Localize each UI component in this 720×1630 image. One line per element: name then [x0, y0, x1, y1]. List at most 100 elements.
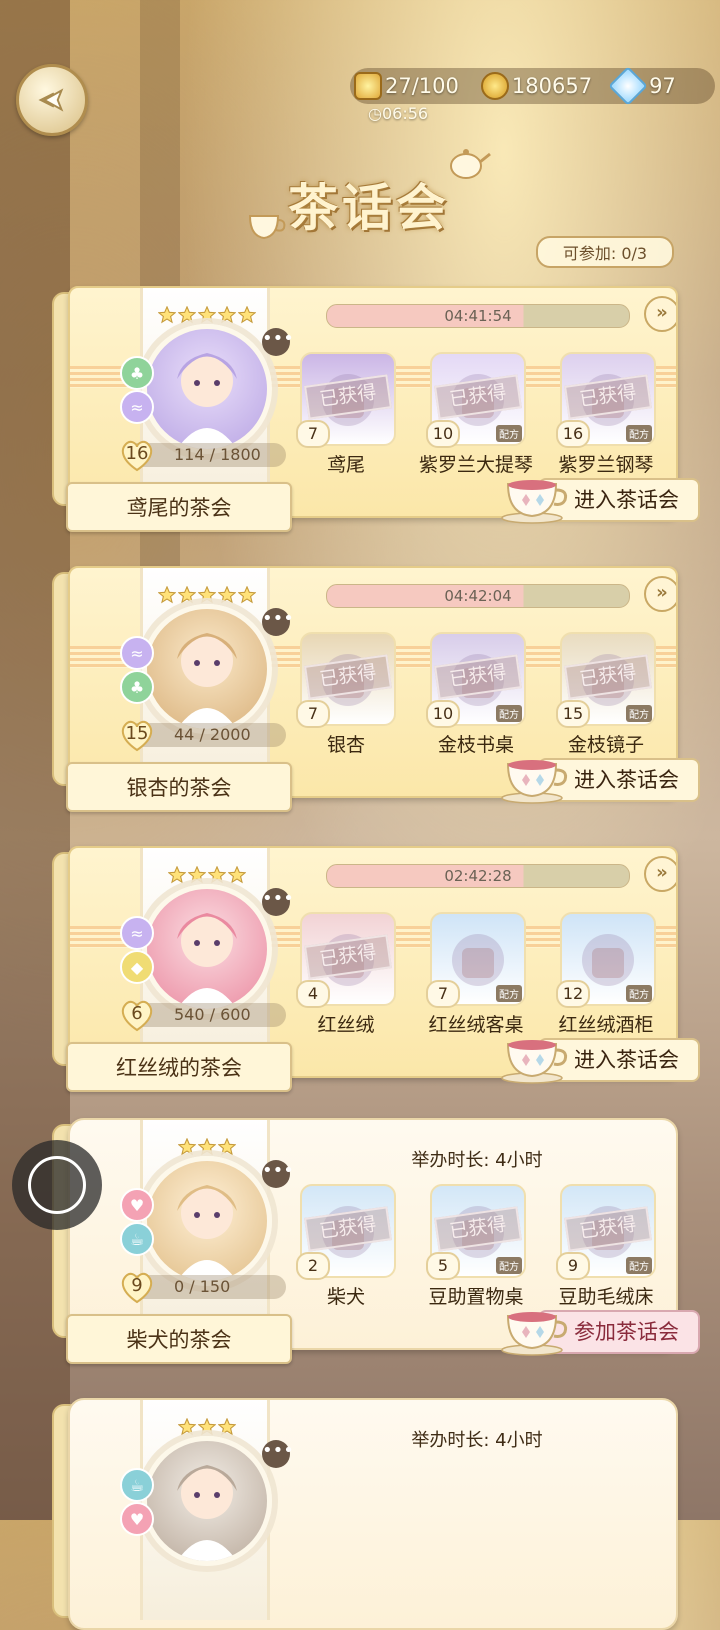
- more-options-button[interactable]: •••: [262, 1160, 294, 1188]
- button-label: 进入茶话会: [574, 488, 679, 512]
- star-icon: [178, 586, 196, 604]
- rarity-stars: [178, 1138, 236, 1156]
- star-icon: [168, 866, 186, 884]
- clock-icon: ◷: [368, 104, 382, 123]
- stamina-timer: ◷06:56: [368, 104, 428, 123]
- page-title: 茶话会: [288, 178, 450, 237]
- reward-item[interactable]: 配方 7 红丝绒客桌: [426, 912, 526, 1037]
- stamina-counter[interactable]: 27/100: [354, 72, 459, 100]
- reward-item[interactable]: 已获得 7 鸢尾: [296, 352, 396, 477]
- party-duration: 举办时长: 4小时: [411, 1150, 543, 1171]
- diamond-icon: [608, 66, 648, 106]
- reward-item[interactable]: 已获得 7 银杏: [296, 632, 396, 757]
- reward-item[interactable]: 已获得 4 红丝绒: [296, 912, 396, 1037]
- more-options-button[interactable]: •••: [262, 328, 294, 356]
- affinity-progress-text: 0 / 150: [174, 1277, 231, 1296]
- enter-party-button[interactable]: 进入茶话会: [498, 472, 700, 524]
- back-arrow-icon: [38, 88, 64, 112]
- star-icon: [208, 866, 226, 884]
- speed-up-button[interactable]: »: [644, 856, 676, 892]
- reward-item[interactable]: 已获得 配方 10 金枝书桌: [426, 632, 526, 757]
- teacup-icon: [501, 760, 568, 804]
- star-icon: [198, 1138, 216, 1156]
- more-options-button[interactable]: •••: [262, 608, 294, 636]
- recipe-tag: 配方: [626, 985, 652, 1002]
- stamina-value: 27/100: [385, 74, 459, 98]
- clover-icon: ♣: [120, 356, 154, 390]
- reward-level-requirement: 10: [426, 420, 460, 448]
- reward-item[interactable]: 已获得 配方 9 豆助毛绒床: [556, 1184, 656, 1309]
- reward-item-label: 红丝绒: [317, 1014, 375, 1036]
- speed-up-button[interactable]: »: [644, 576, 676, 612]
- party-countdown: 04:42:04: [326, 584, 630, 608]
- enter-party-button[interactable]: 进入茶话会: [498, 752, 700, 804]
- party-name-tab: 红丝绒的茶会: [66, 1042, 292, 1092]
- reward-item[interactable]: 已获得 配方 5 豆助置物桌: [426, 1184, 526, 1309]
- back-button[interactable]: [16, 64, 88, 136]
- reward-item[interactable]: 已获得 配方 10 紫罗兰大提琴: [419, 352, 533, 477]
- character-avatar-icon: [177, 1185, 237, 1281]
- party-name-tab: 银杏的茶会: [66, 762, 292, 812]
- reward-item[interactable]: 配方 12 红丝绒酒柜: [556, 912, 656, 1037]
- reward-level-requirement: 4: [296, 980, 330, 1008]
- reward-level-requirement: 7: [296, 700, 330, 728]
- more-options-button[interactable]: •••: [262, 1440, 294, 1468]
- reward-item[interactable]: 已获得 2 柴犬: [296, 1184, 396, 1309]
- reward-level-requirement: 12: [556, 980, 590, 1008]
- level-value: 6: [131, 1003, 143, 1024]
- teacup-icon: [501, 1312, 568, 1356]
- reward-item-label: 银杏: [326, 734, 365, 756]
- star-icon: [218, 1418, 236, 1436]
- swan-icon: ≈: [120, 916, 154, 950]
- join-count: 可参加: 0/3: [536, 236, 674, 268]
- speed-up-button[interactable]: »: [644, 296, 676, 332]
- level-badge: 9: [118, 1268, 156, 1306]
- character-avatar-icon: [177, 633, 237, 729]
- recipe-tag: 配方: [496, 985, 522, 1002]
- heart-icon: ♥: [120, 1188, 154, 1222]
- rarity-stars: [178, 1418, 236, 1436]
- level-badge: 15: [118, 716, 156, 754]
- party-countdown: 02:42:28: [326, 864, 630, 888]
- rarity-stars: [168, 866, 246, 884]
- star-icon: [178, 1418, 196, 1436]
- character-portrait[interactable]: [142, 1436, 272, 1566]
- level-value: 9: [131, 1275, 143, 1296]
- teacup-icon: [501, 480, 568, 524]
- gold-counter[interactable]: 180657: [480, 72, 593, 100]
- star-icon: [198, 306, 216, 324]
- character-portrait[interactable]: [142, 324, 272, 454]
- floating-assistive-button[interactable]: [12, 1140, 102, 1230]
- reward-item[interactable]: 已获得 配方 15 金枝镜子: [556, 632, 656, 757]
- recipe-tag: 配方: [626, 1257, 652, 1274]
- star-icon: [228, 866, 246, 884]
- character-avatar-icon: [177, 913, 237, 1009]
- affinity-progress-text: 540 / 600: [174, 1005, 251, 1024]
- join-party-button[interactable]: 参加茶话会: [498, 1304, 700, 1356]
- character-avatar-icon: [177, 353, 237, 449]
- rarity-stars: [158, 586, 256, 604]
- character-portrait[interactable]: [142, 1156, 272, 1286]
- character-portrait[interactable]: [142, 604, 272, 734]
- reward-item[interactable]: 已获得 配方 16 紫罗兰钢琴: [556, 352, 656, 477]
- enter-party-button[interactable]: 进入茶话会: [498, 1032, 700, 1084]
- recipe-tag: 配方: [496, 425, 522, 442]
- button-label: 进入茶话会: [574, 768, 679, 792]
- diamond-counter[interactable]: 97: [608, 66, 676, 106]
- star-icon: [218, 1138, 236, 1156]
- character-portrait[interactable]: [142, 884, 272, 1014]
- teacup-deco-icon: [248, 215, 286, 240]
- reward-item-label: 鸢尾: [326, 454, 365, 476]
- character-avatar-icon: [177, 1465, 237, 1561]
- star-icon: [198, 1418, 216, 1436]
- more-options-button[interactable]: •••: [262, 888, 294, 916]
- swan-icon: ≈: [120, 636, 154, 670]
- party-name-tab: 鸢尾的茶会: [66, 482, 292, 532]
- star-icon: [178, 1138, 196, 1156]
- recipe-tag: 配方: [496, 1257, 522, 1274]
- assistive-ring-icon: [28, 1156, 86, 1214]
- gold-value: 180657: [511, 74, 593, 98]
- party-name-tab: 柴犬的茶会: [66, 1314, 292, 1364]
- star-icon: [238, 586, 256, 604]
- affinity-progress-text: 44 / 2000: [174, 725, 251, 744]
